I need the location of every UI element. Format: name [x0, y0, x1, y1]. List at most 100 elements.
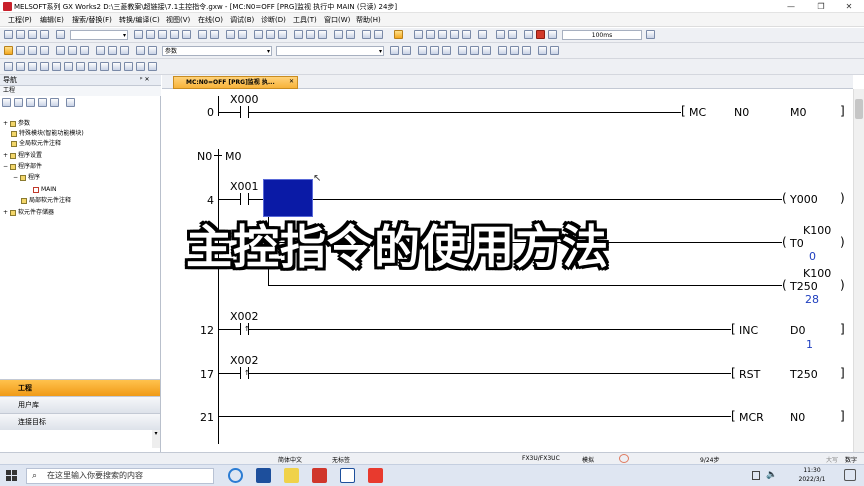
tree-expander[interactable]: +: [3, 152, 8, 159]
write-plc-icon[interactable]: [266, 30, 275, 39]
zoom-out-icon[interactable]: [108, 46, 117, 55]
jump-icon[interactable]: [498, 46, 507, 55]
pause-icon[interactable]: [548, 30, 557, 39]
layout-2-icon[interactable]: [148, 46, 157, 55]
tree-expander[interactable]: +: [3, 120, 8, 127]
undo-icon[interactable]: [170, 30, 179, 39]
nav-pin-close[interactable]: ᵖ ✕: [140, 76, 150, 83]
skip-icon[interactable]: [438, 30, 447, 39]
operation-result-icon[interactable]: [136, 62, 145, 71]
hline-icon[interactable]: [76, 62, 85, 71]
statement-icon[interactable]: [374, 30, 383, 39]
read-mode-icon[interactable]: [550, 46, 559, 55]
print-icon[interactable]: [40, 30, 49, 39]
nav-properties-icon[interactable]: [14, 98, 23, 107]
windows-start-icon[interactable]: [6, 470, 18, 482]
device-list-icon[interactable]: [68, 46, 77, 55]
tree-item-main[interactable]: MAIN: [33, 186, 57, 194]
monitor-stop-icon[interactable]: [306, 30, 315, 39]
menu-debug[interactable]: 调试(B): [230, 15, 254, 25]
tree-item-special-module[interactable]: 特殊模块(智能功能模块): [11, 130, 84, 138]
scan-time-icon[interactable]: [508, 30, 517, 39]
monitor-start-icon[interactable]: [294, 30, 303, 39]
timer-t0[interactable]: T0: [790, 237, 804, 250]
tree-item-program[interactable]: − 程序: [13, 174, 40, 182]
invert-icon[interactable]: [124, 62, 133, 71]
compile-icon[interactable]: [226, 30, 235, 39]
prev-icon[interactable]: [390, 46, 399, 55]
contact-rising-edge[interactable]: ↑: [240, 323, 250, 335]
settings-icon[interactable]: [646, 30, 655, 39]
verify-plc-icon[interactable]: [278, 30, 287, 39]
write-mode-icon[interactable]: [538, 46, 547, 55]
contact-no-icon[interactable]: [4, 62, 13, 71]
cross-reference-icon[interactable]: [56, 46, 65, 55]
save-icon[interactable]: [28, 30, 37, 39]
scan-time-field[interactable]: 100ms: [562, 30, 642, 40]
rising-edge-icon[interactable]: [100, 62, 109, 71]
simulation-icon[interactable]: [334, 30, 343, 39]
instruction-rst[interactable]: RST: [739, 368, 760, 381]
help-icon[interactable]: [56, 30, 65, 39]
menu-convert[interactable]: 转换/编译(C): [119, 15, 160, 25]
comment-icon[interactable]: [362, 30, 371, 39]
stop-icon[interactable]: [536, 30, 545, 39]
file-explorer-icon[interactable]: [284, 468, 299, 483]
menu-tools[interactable]: 工具(T): [293, 15, 317, 25]
contact-no[interactable]: [240, 193, 249, 205]
clock-date[interactable]: 2022/3/1: [790, 476, 834, 483]
navigation-icon[interactable]: [4, 46, 13, 55]
minimize-button[interactable]: —: [776, 0, 806, 13]
element-selection-icon[interactable]: [28, 46, 37, 55]
instruction-icon[interactable]: [64, 62, 73, 71]
tree-item-global-comment[interactable]: 全局软元件注释: [11, 140, 61, 148]
editor-tab-close-icon[interactable]: ✕: [289, 78, 294, 85]
struct-icon[interactable]: [442, 46, 451, 55]
network-icon[interactable]: [752, 471, 760, 480]
tree-expander[interactable]: −: [3, 163, 8, 170]
output-icon[interactable]: [40, 46, 49, 55]
wps-icon[interactable]: [368, 468, 383, 483]
vline-icon[interactable]: [88, 62, 97, 71]
menu-diagnostics[interactable]: 诊断(D): [261, 15, 286, 25]
menu-edit[interactable]: 编辑(E): [40, 15, 64, 25]
volume-icon[interactable]: 🔈: [766, 470, 777, 480]
tree-expander[interactable]: −: [13, 174, 18, 181]
trace-icon[interactable]: [462, 30, 471, 39]
app-blue-icon[interactable]: [340, 468, 355, 483]
partner-list-icon[interactable]: [16, 46, 25, 55]
falling-edge-icon[interactable]: [112, 62, 121, 71]
nav-filter-icon[interactable]: [66, 98, 75, 107]
parameter-combo[interactable]: 参数 ▾: [162, 46, 272, 56]
scroll-thumb[interactable]: [855, 99, 863, 119]
step-run-icon[interactable]: [414, 30, 423, 39]
menu-project[interactable]: 工程(P): [8, 15, 32, 25]
contact-rising-edge[interactable]: ↑: [240, 367, 250, 379]
comment-mode-icon[interactable]: [522, 46, 531, 55]
contact-nc-icon[interactable]: [16, 62, 25, 71]
cut-icon[interactable]: [134, 30, 143, 39]
menu-help[interactable]: 帮助(H): [356, 15, 381, 25]
label-icon[interactable]: [430, 46, 439, 55]
open-icon[interactable]: [16, 30, 25, 39]
zoom-in-icon[interactable]: [96, 46, 105, 55]
replace-icon[interactable]: [210, 30, 219, 39]
layout-1-icon[interactable]: [136, 46, 145, 55]
tree-expander[interactable]: +: [3, 209, 8, 216]
bookmark-icon[interactable]: [510, 46, 519, 55]
fit-icon[interactable]: [120, 46, 129, 55]
gx-works-icon[interactable]: [256, 468, 271, 483]
menu-window[interactable]: 窗口(W): [324, 15, 350, 25]
redo-icon[interactable]: [182, 30, 191, 39]
coil-icon[interactable]: [52, 62, 61, 71]
contact-no[interactable]: [240, 106, 249, 118]
instruction-mcr[interactable]: MCR: [739, 411, 764, 424]
clock-time[interactable]: 11:30: [790, 467, 834, 474]
fb-icon[interactable]: [418, 46, 427, 55]
copy-icon[interactable]: [146, 30, 155, 39]
tree-item-parameter[interactable]: + 参数: [3, 120, 30, 128]
edge-browser-icon[interactable]: [228, 468, 243, 483]
device-monitor-icon[interactable]: [318, 30, 327, 39]
taskbar-search[interactable]: ⌕ 在这里输入你要搜索的内容: [26, 468, 214, 484]
nav-new-icon[interactable]: [2, 98, 11, 107]
